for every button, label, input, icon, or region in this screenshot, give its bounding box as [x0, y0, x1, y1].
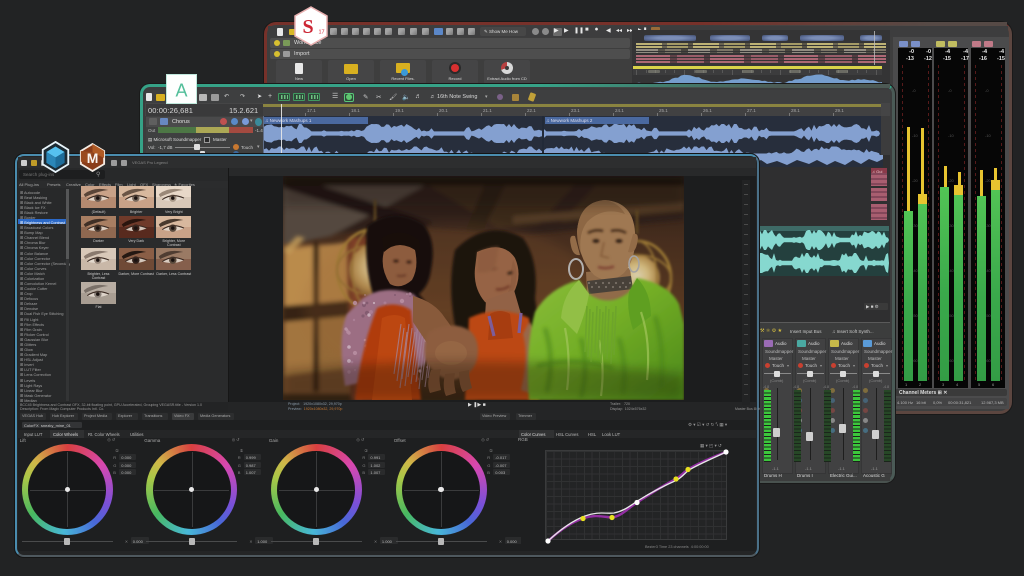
- svg-text:A: A: [175, 81, 187, 101]
- svg-text:17: 17: [318, 30, 324, 36]
- svg-text:S: S: [302, 16, 313, 38]
- svg-text:M: M: [87, 150, 99, 166]
